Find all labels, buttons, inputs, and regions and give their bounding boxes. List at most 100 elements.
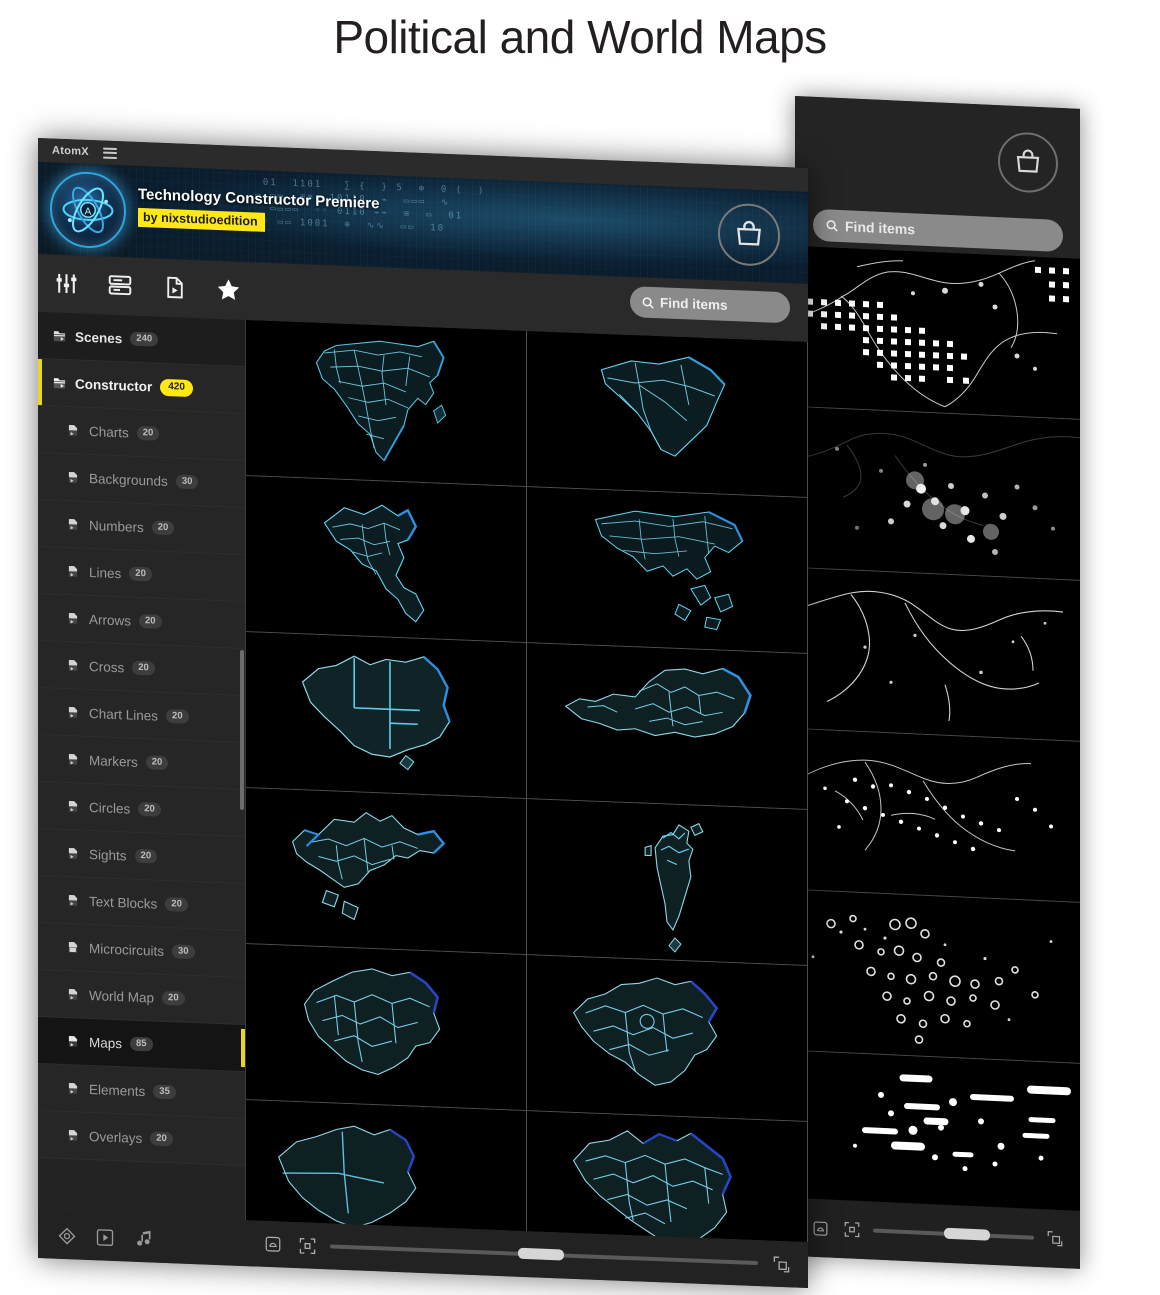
sidebar-item-scenes[interactable]: Scenes 240 — [38, 312, 245, 368]
fit-frame-icon[interactable] — [841, 1218, 863, 1241]
map-thumbnail-austria[interactable] — [527, 643, 808, 811]
fullscreen-icon[interactable] — [770, 1253, 792, 1276]
sidebar-item-count: 30 — [175, 474, 199, 490]
search-placeholder: Find items — [660, 295, 728, 313]
star-icon[interactable] — [214, 275, 242, 304]
sidebar-item-label: Numbers — [89, 517, 144, 535]
sidebar-item-cross[interactable]: Cross 20 — [38, 641, 245, 697]
zoom-slider[interactable] — [330, 1244, 758, 1266]
sidebar-item-numbers[interactable]: Numbers 20 — [38, 500, 245, 556]
sidebar-item-microcircuits[interactable]: Microcircuits 30 — [38, 923, 245, 979]
play-box-icon[interactable] — [94, 1226, 116, 1249]
sliders-icon[interactable] — [52, 269, 80, 298]
sidebar-scroll-area: Scenes 240 Constructor 420 Charts 20 Bac… — [38, 312, 245, 1220]
sidebar-item-elements[interactable]: Elements 35 — [38, 1064, 245, 1120]
file-video-icon — [66, 470, 81, 486]
fit-frame-icon[interactable] — [296, 1234, 318, 1257]
sidebar-item-label: Overlays — [89, 1128, 143, 1146]
preview-lock-icon[interactable] — [809, 1217, 831, 1240]
map-thumbnail-belgium[interactable] — [527, 955, 808, 1123]
sidebar-item-circles[interactable]: Circles 20 — [38, 782, 245, 838]
zoom-slider-handle[interactable] — [943, 1227, 990, 1241]
file-image-icon — [66, 940, 81, 956]
sidebar-item-lines[interactable]: Lines 20 — [38, 547, 245, 603]
sidebar-item-count: 35 — [153, 1084, 176, 1100]
sidebar-item-label: Lines — [89, 564, 122, 581]
folder-video-icon — [52, 328, 67, 344]
bottom-bar-left-icons — [38, 1224, 246, 1254]
map-thumbnail-belarus[interactable] — [246, 944, 527, 1112]
file-video-icon — [66, 517, 81, 533]
map-thumbnail-africa[interactable] — [246, 320, 527, 488]
folder-video-icon — [52, 375, 67, 391]
map-thumbnail-asia[interactable] — [527, 487, 808, 655]
file-video-icon — [66, 752, 81, 768]
category-sidebar[interactable]: Scenes 240 Constructor 420 Charts 20 Bac… — [38, 312, 246, 1221]
file-video-icon — [66, 1128, 81, 1144]
sidebar-item-count: 20 — [145, 754, 169, 771]
secondary-zoom-slider[interactable] — [873, 1227, 1034, 1241]
sidebar-item-label: Constructor — [75, 375, 153, 394]
panel-body: Scenes 240 Constructor 420 Charts 20 Bac… — [38, 312, 808, 1243]
sidebar-item-arrows[interactable]: Arrows 20 — [38, 594, 245, 650]
screenshot-root: Political and World Maps Find items Atom… — [0, 0, 1160, 1295]
main-application-window: AtomX 01 1101 ∑ { } 5 ⊕ 0 ( ) ▭ ▭▭ ≡≡ 10… — [38, 138, 808, 1289]
file-video-icon — [66, 564, 81, 580]
sidebar-item-label: Scenes — [75, 328, 123, 346]
secondary-search-input[interactable]: Find items — [813, 208, 1063, 253]
sidebar-item-count: 85 — [130, 1036, 153, 1052]
sidebar-item-world-map[interactable]: World Map 20 — [38, 970, 245, 1026]
file-video-icon — [66, 799, 81, 815]
secondary-thumbnail[interactable] — [795, 407, 1080, 581]
shopping-bag-icon[interactable] — [998, 131, 1058, 194]
map-thumbnail-australia[interactable] — [246, 632, 527, 800]
sidebar-item-label: World Map — [89, 987, 155, 1006]
sidebar-item-label: Sights — [89, 846, 127, 863]
secondary-bottom-bar — [795, 1198, 1080, 1269]
sidebar-item-maps[interactable]: Maps 85 — [38, 1017, 245, 1073]
keyframe-icon[interactable] — [56, 1225, 78, 1248]
file-video-icon — [66, 658, 81, 674]
sidebar-item-chart-lines[interactable]: Chart Lines 20 — [38, 688, 245, 744]
file-play-icon[interactable] — [160, 273, 188, 302]
fullscreen-icon[interactable] — [1044, 1227, 1066, 1250]
sidebar-item-backgrounds[interactable]: Backgrounds 30 — [38, 453, 245, 509]
sidebar-item-charts[interactable]: Charts 20 — [38, 406, 245, 462]
music-note-icon[interactable] — [132, 1228, 154, 1251]
sidebar-item-count: 240 — [130, 331, 159, 347]
map-thumbnail-bahrain[interactable] — [527, 799, 808, 967]
sidebar-item-label: Backgrounds — [89, 470, 168, 489]
app-name: AtomX — [52, 144, 89, 158]
layers-icon[interactable] — [106, 271, 134, 300]
sidebar-item-overlays[interactable]: Overlays 20 — [38, 1111, 245, 1167]
sidebar-item-label: Text Blocks — [89, 893, 158, 912]
search-input[interactable]: Find items — [630, 286, 790, 324]
secondary-thumbnail[interactable] — [795, 568, 1080, 742]
preview-lock-icon[interactable] — [262, 1233, 284, 1256]
sidebar-item-sights[interactable]: Sights 20 — [38, 829, 245, 885]
map-thumbnail-botswana[interactable] — [246, 1100, 527, 1243]
sidebar-item-constructor[interactable]: Constructor 420 — [38, 359, 245, 415]
secondary-thumbnail[interactable] — [795, 246, 1080, 420]
sidebar-item-label: Arrows — [89, 611, 132, 629]
page-title: Political and World Maps — [333, 11, 827, 63]
sidebar-item-count: 20 — [129, 566, 152, 582]
secondary-thumbnail[interactable] — [795, 729, 1080, 903]
icon-tab-strip — [52, 269, 242, 304]
secondary-thumbnail[interactable] — [795, 1051, 1080, 1225]
map-thumbnail-brazil[interactable] — [527, 1111, 808, 1243]
zoom-slider-handle[interactable] — [518, 1247, 565, 1261]
file-video-icon — [66, 893, 81, 909]
sidebar-scrollbar[interactable] — [240, 649, 244, 811]
thumbnail-grid — [246, 320, 808, 1243]
file-video-icon — [66, 846, 81, 862]
secondary-thumbnail[interactable] — [795, 890, 1080, 1064]
secondary-search-placeholder: Find items — [845, 218, 916, 238]
app-logo: A — [50, 170, 126, 250]
sidebar-item-markers[interactable]: Markers 20 — [38, 735, 245, 791]
map-thumbnail-armenia[interactable] — [246, 476, 527, 644]
sidebar-item-text-blocks[interactable]: Text Blocks 20 — [38, 876, 245, 932]
hamburger-icon[interactable] — [102, 147, 117, 159]
map-thumbnail-algeria[interactable] — [527, 331, 808, 499]
map-thumbnail-azerbaijan[interactable] — [246, 788, 527, 956]
